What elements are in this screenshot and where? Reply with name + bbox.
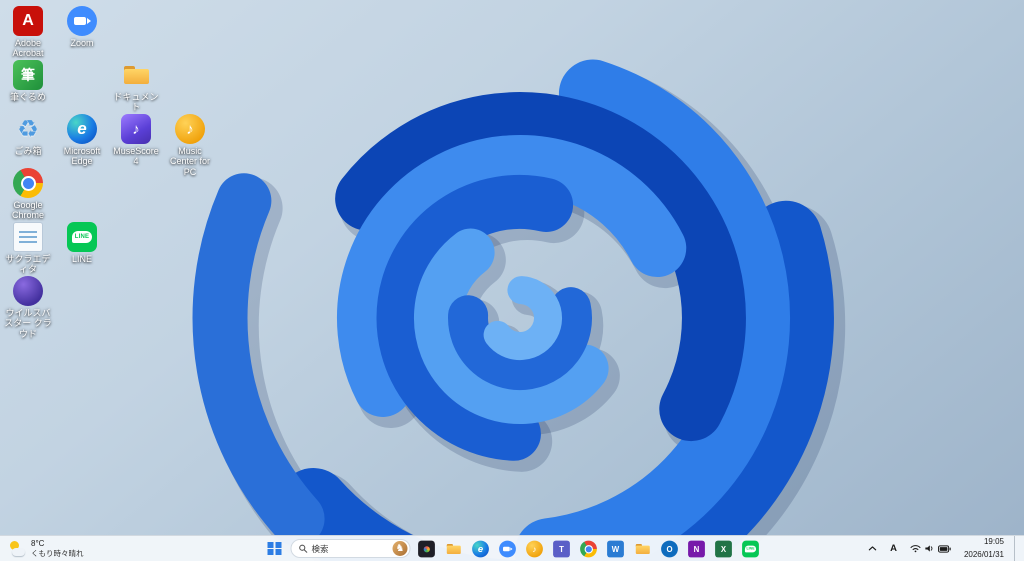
word-icon: W <box>606 540 624 557</box>
music-center-icon: ♪ <box>525 540 543 557</box>
taskbar-app-edge[interactable]: e <box>468 537 493 561</box>
weather-sun-cloud-icon <box>9 541 26 556</box>
taskbar-app-onenote[interactable]: N <box>684 537 709 561</box>
taskbar-app-excel[interactable]: X <box>711 537 736 561</box>
desktop-icon-label: LINE <box>71 254 92 264</box>
clock[interactable]: 19:05 2026/01/31 <box>961 535 1007 561</box>
weather-temperature: 8°C <box>31 538 45 548</box>
taskbar: 8°C くもり時々晴れ 検索 ♞ e ♪ T W O N X LINE A 19… <box>0 535 1024 561</box>
desktop-icon-label: Music Center for PC <box>169 146 211 177</box>
chevron-up-icon <box>868 546 877 551</box>
taskbar-app-word[interactable]: W <box>603 537 628 561</box>
desktop-icon-chrome[interactable]: Google Chrome <box>2 168 54 221</box>
music-center-icon: ♪ <box>175 114 205 144</box>
desktop-icon-music-center[interactable]: ♪ Music Center for PC <box>164 114 216 177</box>
desktop-icon-label: MuseScore 4 <box>113 146 159 167</box>
file-explorer-icon <box>445 540 462 557</box>
musescore-icon: ♪ <box>121 114 151 144</box>
virus-buster-icon <box>13 276 43 306</box>
desktop-icon-edge[interactable]: e Microsoft Edge <box>56 114 108 167</box>
fudegurume-icon: 筆 <box>13 60 43 90</box>
desktop-icon-documents[interactable]: ドキュメント <box>110 60 162 113</box>
desktop-icon-musescore[interactable]: ♪ MuseScore 4 <box>110 114 162 167</box>
desktop-icon-sakura-editor[interactable]: サクラエディタ <box>2 222 54 275</box>
desktop-icon-label: ごみ箱 <box>14 146 42 156</box>
weather-condition: くもり時々晴れ <box>31 548 84 558</box>
sakura-editor-icon <box>13 222 43 252</box>
teams-icon: T <box>552 540 570 557</box>
adobe-acrobat-icon: A <box>13 6 43 36</box>
taskbar-app-folder[interactable] <box>630 537 655 561</box>
weather-widget[interactable]: 8°C くもり時々晴れ <box>3 536 90 561</box>
desktop-icon-zoom[interactable]: Zoom <box>56 6 108 48</box>
desktop-icon-label: Zoom <box>70 38 94 48</box>
desktop-icon-recycle-bin[interactable]: ♻ ごみ箱 <box>2 114 54 157</box>
ime-mode-button[interactable]: A <box>887 541 900 556</box>
taskbar-app-chrome[interactable] <box>576 537 601 561</box>
desktop-icon-label: Adobe Acrobat <box>12 38 44 59</box>
system-tray: A 19:05 2026/01/31 <box>865 536 1022 561</box>
search-placeholder: 検索 <box>311 543 329 554</box>
clock-time: 19:05 <box>983 536 1004 546</box>
network-volume-battery-button[interactable] <box>907 542 954 555</box>
taskbar-center: 検索 ♞ e ♪ T W O N X LINE <box>262 536 763 561</box>
zoom-icon <box>498 540 516 557</box>
desktop-icon-fudegurume[interactable]: 筆筆ぐるめ <box>2 60 54 102</box>
excel-icon: X <box>714 540 732 557</box>
show-desktop-button[interactable] <box>1014 536 1017 561</box>
edge-icon: e <box>471 540 489 557</box>
edge-icon: e <box>67 114 97 144</box>
desktop-icon-label: 筆ぐるめ <box>10 92 46 102</box>
taskbar-app-zoom[interactable] <box>495 537 520 561</box>
desktop-icon-label: サクラエディタ <box>5 254 51 275</box>
desktop-icon-label: ウイルスバスター クラウド <box>4 308 52 339</box>
desktop-icon-label: Google Chrome <box>11 200 44 221</box>
line-icon: LINE <box>67 222 97 252</box>
search-icon <box>299 544 308 553</box>
start-button[interactable] <box>262 538 288 560</box>
ime-mode-indicator: A <box>890 543 897 554</box>
volume-icon <box>925 545 933 552</box>
desktop-icon-adobe-acrobat[interactable]: A Adobe Acrobat <box>2 6 54 59</box>
outlook-icon: O <box>660 540 678 557</box>
search-seasonal-horse-image[interactable]: ♞ <box>392 541 408 556</box>
zoom-icon <box>67 6 97 36</box>
recycle-bin-icon: ♻ <box>17 115 39 143</box>
taskbar-app-line[interactable]: LINE <box>738 537 763 561</box>
battery-icon <box>937 544 951 553</box>
taskbar-pinned: e ♪ T W O N X LINE <box>414 537 763 561</box>
desktop-icon-virus-buster[interactable]: ウイルスバスター クラウド <box>2 276 54 339</box>
desktop-icon-label: ドキュメント <box>113 92 159 113</box>
chrome-icon <box>13 168 43 198</box>
onenote-icon: N <box>687 540 705 557</box>
taskbar-app-outlook[interactable]: O <box>657 537 682 561</box>
wifi-icon <box>910 545 921 553</box>
taskbar-app-photos[interactable] <box>414 537 439 561</box>
tray-expand-button[interactable] <box>865 543 880 554</box>
search-box[interactable]: 検索 ♞ <box>290 539 411 558</box>
chrome-icon <box>579 540 597 557</box>
desktop-icon-label: Microsoft Edge <box>63 146 101 167</box>
documents-icon <box>121 60 151 90</box>
taskbar-app-teams[interactable]: T <box>549 537 574 561</box>
windows-logo-icon <box>267 541 282 556</box>
desktop-icon-line[interactable]: LINE LINE <box>56 222 108 264</box>
taskbar-app-file-explorer[interactable] <box>441 537 466 561</box>
photos-icon <box>417 540 435 557</box>
clock-date: 2026/01/31 <box>963 550 1004 559</box>
line-icon: LINE <box>741 540 759 557</box>
taskbar-app-music-center[interactable]: ♪ <box>522 537 547 561</box>
folder-icon <box>634 540 651 557</box>
